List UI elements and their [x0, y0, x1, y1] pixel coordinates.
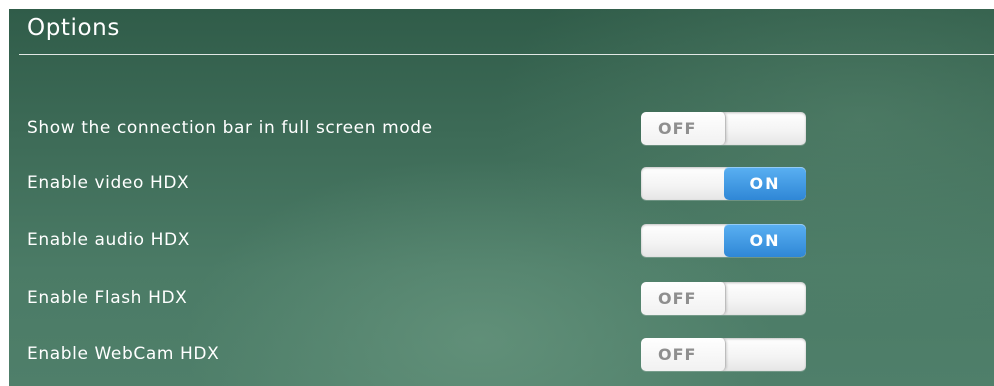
flash-hdx-toggle[interactable]: OFF	[641, 282, 806, 315]
option-row-video-hdx: Enable video HDX ON	[0, 165, 994, 205]
option-row-webcam-hdx: Enable WebCam HDX OFF	[0, 336, 994, 376]
panel-title: Options	[27, 15, 120, 41]
title-divider	[19, 54, 994, 55]
toggle-state-text: ON	[749, 231, 781, 250]
top-border	[0, 0, 994, 9]
toggle-state-text: ON	[749, 174, 781, 193]
option-label-audio-hdx: Enable audio HDX	[27, 230, 190, 250]
connection-bar-toggle[interactable]: OFF	[641, 112, 806, 145]
option-row-connection-bar: Show the connection bar in full screen m…	[0, 110, 994, 150]
toggle-state-text: OFF	[658, 345, 697, 364]
option-label-webcam-hdx: Enable WebCam HDX	[27, 344, 220, 364]
option-row-flash-hdx: Enable Flash HDX OFF	[0, 280, 994, 320]
options-panel: Options Show the connection bar in full …	[0, 0, 994, 386]
toggle-state-text: OFF	[658, 289, 697, 308]
option-label-flash-hdx: Enable Flash HDX	[27, 288, 188, 308]
audio-hdx-toggle[interactable]: ON	[641, 224, 806, 257]
webcam-hdx-toggle[interactable]: OFF	[641, 338, 806, 371]
video-hdx-toggle[interactable]: ON	[641, 167, 806, 200]
toggle-state-text: OFF	[658, 119, 697, 138]
option-label-video-hdx: Enable video HDX	[27, 173, 190, 193]
option-row-audio-hdx: Enable audio HDX ON	[0, 222, 994, 262]
option-label-connection-bar: Show the connection bar in full screen m…	[27, 118, 433, 138]
